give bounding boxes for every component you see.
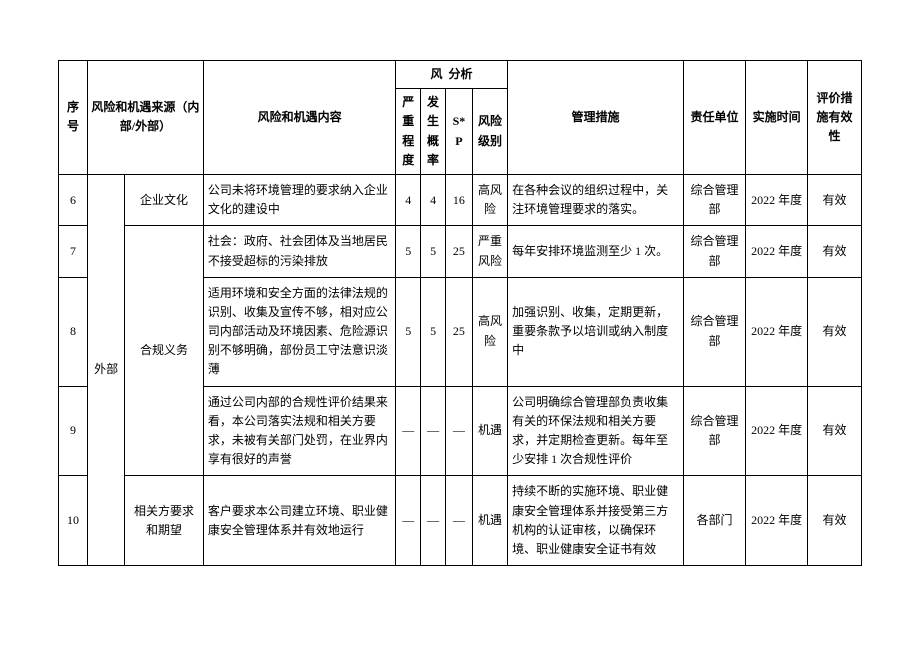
cell-sp: — xyxy=(445,386,472,476)
table-row: 7 合规义务 社会：政府、社会团体及当地居民不接受超标的污染排放 5 5 25 … xyxy=(59,226,862,277)
th-dept: 责任单位 xyxy=(683,61,745,175)
cell-eff: 有效 xyxy=(808,174,862,225)
cell-content: 适用环境和安全方面的法律法规的识别、收集及宣传不够，相对应公司内部活动及环境因素… xyxy=(203,277,395,386)
cell-mgmt: 公司明确综合管理部负责收集有关的环保法规和相关方要求，并定期检查更新。每年至少安… xyxy=(508,386,684,476)
cell-dept: 各部门 xyxy=(683,476,745,566)
cell-sp: 25 xyxy=(445,226,472,277)
table-row: 6 外部 企业文化 公司未将环境管理的要求纳入企业文化的建设中 4 4 16 高… xyxy=(59,174,862,225)
cell-eff: 有效 xyxy=(808,277,862,386)
th-analysis-right: 分析 xyxy=(445,61,507,89)
cell-mgmt: 加强识别、收集，定期更新，重要条款予以培训或纳入制度中 xyxy=(508,277,684,386)
cell-seq: 10 xyxy=(59,476,88,566)
cell-seq: 8 xyxy=(59,277,88,386)
th-time: 实施时间 xyxy=(746,61,808,175)
cell-time: 2022 年度 xyxy=(746,476,808,566)
cell-sp: — xyxy=(445,476,472,566)
cell-source-sub: 合规义务 xyxy=(125,226,204,476)
risk-table: 序号 风险和机遇来源（内部/外部） 风险和机遇内容 风 分析 管理措施 责任单位… xyxy=(58,60,862,566)
cell-time: 2022 年度 xyxy=(746,386,808,476)
th-source: 风险和机遇来源（内部/外部） xyxy=(87,61,203,175)
cell-p: 4 xyxy=(421,174,446,225)
cell-outer-source: 外部 xyxy=(87,174,124,565)
cell-dept: 综合管理部 xyxy=(683,226,745,277)
cell-p: — xyxy=(421,386,446,476)
cell-mgmt: 在各种会议的组织过程中，关注环境管理要求的落实。 xyxy=(508,174,684,225)
cell-s: — xyxy=(396,386,421,476)
th-severity: 严重程度 xyxy=(396,89,421,175)
cell-s: 5 xyxy=(396,277,421,386)
cell-seq: 9 xyxy=(59,386,88,476)
cell-level: 机遇 xyxy=(472,386,507,476)
cell-mgmt: 持续不断的实施环境、职业健康安全管理体系并接受第三方机构的认证审核，以确保环境、… xyxy=(508,476,684,566)
th-sp: S*P xyxy=(445,89,472,175)
cell-sp: 16 xyxy=(445,174,472,225)
cell-time: 2022 年度 xyxy=(746,277,808,386)
cell-s: 4 xyxy=(396,174,421,225)
cell-content: 社会：政府、社会团体及当地居民不接受超标的污染排放 xyxy=(203,226,395,277)
cell-dept: 综合管理部 xyxy=(683,174,745,225)
cell-level: 机遇 xyxy=(472,476,507,566)
cell-s: 5 xyxy=(396,226,421,277)
cell-dept: 综合管理部 xyxy=(683,277,745,386)
cell-level: 严重风险 xyxy=(472,226,507,277)
cell-level: 高风险 xyxy=(472,174,507,225)
cell-seq: 7 xyxy=(59,226,88,277)
cell-source-sub: 企业文化 xyxy=(125,174,204,225)
cell-mgmt: 每年安排环境监测至少 1 次。 xyxy=(508,226,684,277)
cell-content: 公司未将环境管理的要求纳入企业文化的建设中 xyxy=(203,174,395,225)
th-level: 风险级别 xyxy=(472,89,507,175)
cell-s: — xyxy=(396,476,421,566)
cell-content: 通过公司内部的合规性评价结果来看，本公司落实法规和相关方要求，未被有关部门处罚，… xyxy=(203,386,395,476)
cell-dept: 综合管理部 xyxy=(683,386,745,476)
table-row: 10 相关方要求和期望 客户要求本公司建立环境、职业健康安全管理体系并有效地运行… xyxy=(59,476,862,566)
th-content: 风险和机遇内容 xyxy=(203,61,395,175)
cell-eff: 有效 xyxy=(808,476,862,566)
cell-time: 2022 年度 xyxy=(746,174,808,225)
cell-level: 高风险 xyxy=(472,277,507,386)
cell-seq: 6 xyxy=(59,174,88,225)
cell-source-sub: 相关方要求和期望 xyxy=(125,476,204,566)
cell-p: — xyxy=(421,476,446,566)
th-seq: 序号 xyxy=(59,61,88,175)
cell-content: 客户要求本公司建立环境、职业健康安全管理体系并有效地运行 xyxy=(203,476,395,566)
th-eff: 评价措施有效性 xyxy=(808,61,862,175)
th-probability: 发生概率 xyxy=(421,89,446,175)
cell-time: 2022 年度 xyxy=(746,226,808,277)
cell-p: 5 xyxy=(421,277,446,386)
cell-eff: 有效 xyxy=(808,226,862,277)
cell-p: 5 xyxy=(421,226,446,277)
cell-sp: 25 xyxy=(445,277,472,386)
cell-eff: 有效 xyxy=(808,386,862,476)
th-analysis-left: 风 xyxy=(396,61,446,89)
th-mgmt: 管理措施 xyxy=(508,61,684,175)
